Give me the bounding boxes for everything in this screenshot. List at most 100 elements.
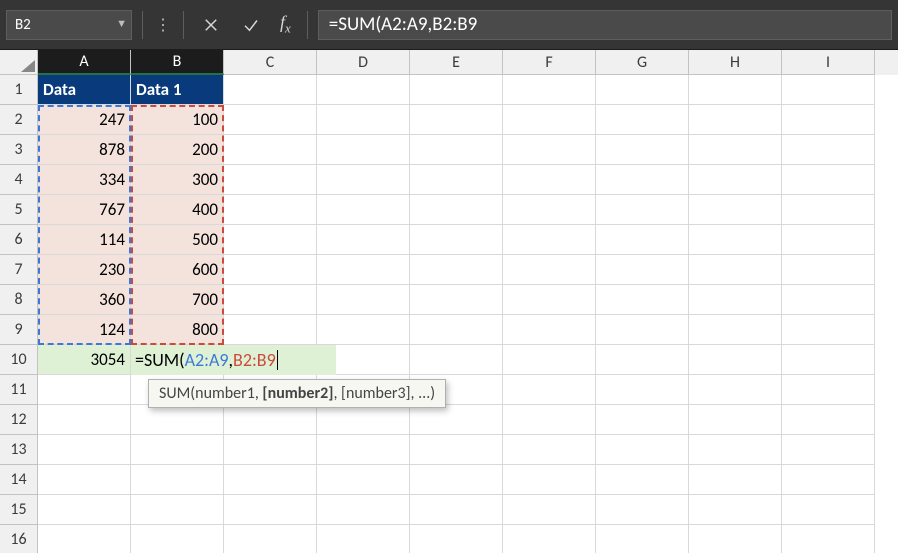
cell-E14[interactable] [410,465,503,495]
cell-area[interactable]: DataData 1247100878200334300767400114500… [38,75,875,553]
cell-I11[interactable] [782,375,875,405]
cell-G4[interactable] [596,165,689,195]
cell-E7[interactable] [410,255,503,285]
cell-H14[interactable] [689,465,782,495]
col-header-A[interactable]: A [38,50,131,75]
cell-B9[interactable]: 800 [131,315,224,345]
cell-F9[interactable] [503,315,596,345]
cell-I14[interactable] [782,465,875,495]
cell-H3[interactable] [689,135,782,165]
cell-E2[interactable] [410,105,503,135]
cell-D8[interactable] [317,285,410,315]
cell-I9[interactable] [782,315,875,345]
cell-F10[interactable] [503,345,596,375]
cell-E4[interactable] [410,165,503,195]
cell-C1[interactable] [224,75,317,105]
cell-I13[interactable] [782,435,875,465]
cell-G9[interactable] [596,315,689,345]
cell-E9[interactable] [410,315,503,345]
cell-A4[interactable]: 334 [38,165,131,195]
select-all-corner[interactable] [0,50,38,75]
cell-E1[interactable] [410,75,503,105]
row-header-11[interactable]: 11 [0,375,38,405]
cell-A16[interactable] [38,525,131,553]
cell-E13[interactable] [410,435,503,465]
cell-D3[interactable] [317,135,410,165]
cell-B7[interactable]: 600 [131,255,224,285]
name-box-dropdown-icon[interactable]: ▼ [116,17,127,30]
cell-B2[interactable]: 100 [131,105,224,135]
cell-D7[interactable] [317,255,410,285]
cell-G13[interactable] [596,435,689,465]
cell-F14[interactable] [503,465,596,495]
cell-I10[interactable] [782,345,875,375]
cell-F8[interactable] [503,285,596,315]
row-header-10[interactable]: 10 [0,345,38,375]
cell-I16[interactable] [782,525,875,553]
cell-E6[interactable] [410,225,503,255]
cell-H5[interactable] [689,195,782,225]
cell-B14[interactable] [131,465,224,495]
col-header-E[interactable]: E [410,50,503,75]
cell-H11[interactable] [689,375,782,405]
cell-I4[interactable] [782,165,875,195]
cell-I5[interactable] [782,195,875,225]
name-box[interactable]: B2 ▼ [6,10,132,40]
cell-D4[interactable] [317,165,410,195]
formula-bar[interactable]: =SUM(A2:A9,B2:B9 [318,10,892,40]
cell-D9[interactable] [317,315,410,345]
cell-C16[interactable] [224,525,317,553]
cell-G12[interactable] [596,405,689,435]
cell-B3[interactable]: 200 [131,135,224,165]
cell-I1[interactable] [782,75,875,105]
cell-G16[interactable] [596,525,689,553]
cell-G11[interactable] [596,375,689,405]
cell-A11[interactable] [38,375,131,405]
cell-B10-editing[interactable]: =SUM(A2:A9,B2:B9 [131,345,336,375]
cell-B8[interactable]: 700 [131,285,224,315]
spreadsheet-grid[interactable]: A B C D E F G H I 1234567891011121314151… [0,50,898,553]
cell-B16[interactable] [131,525,224,553]
row-header-7[interactable]: 7 [0,255,38,285]
row-header-3[interactable]: 3 [0,135,38,165]
cell-H10[interactable] [689,345,782,375]
cell-F15[interactable] [503,495,596,525]
cell-F5[interactable] [503,195,596,225]
cell-A14[interactable] [38,465,131,495]
cell-H9[interactable] [689,315,782,345]
cell-C12[interactable] [224,405,317,435]
cell-G8[interactable] [596,285,689,315]
col-header-F[interactable]: F [503,50,596,75]
cancel-formula-button[interactable] [194,10,228,40]
cell-C14[interactable] [224,465,317,495]
row-header-4[interactable]: 4 [0,165,38,195]
row-header-5[interactable]: 5 [0,195,38,225]
cell-F1[interactable] [503,75,596,105]
cell-E10[interactable] [410,345,503,375]
cell-B5[interactable]: 400 [131,195,224,225]
row-header-6[interactable]: 6 [0,225,38,255]
cell-A6[interactable]: 114 [38,225,131,255]
cell-B15[interactable] [131,495,224,525]
cell-H15[interactable] [689,495,782,525]
cell-H4[interactable] [689,165,782,195]
cell-B1[interactable]: Data 1 [131,75,224,105]
row-header-16[interactable]: 16 [0,525,38,553]
cell-I15[interactable] [782,495,875,525]
cell-E12[interactable] [410,405,503,435]
cell-E16[interactable] [410,525,503,553]
cell-G6[interactable] [596,225,689,255]
cell-H8[interactable] [689,285,782,315]
col-header-H[interactable]: H [689,50,782,75]
cell-C5[interactable] [224,195,317,225]
cell-E8[interactable] [410,285,503,315]
cell-I8[interactable] [782,285,875,315]
row-header-12[interactable]: 12 [0,405,38,435]
cell-D6[interactable] [317,225,410,255]
cell-A15[interactable] [38,495,131,525]
cell-C13[interactable] [224,435,317,465]
cell-I12[interactable] [782,405,875,435]
row-header-2[interactable]: 2 [0,105,38,135]
cell-G15[interactable] [596,495,689,525]
cell-F3[interactable] [503,135,596,165]
